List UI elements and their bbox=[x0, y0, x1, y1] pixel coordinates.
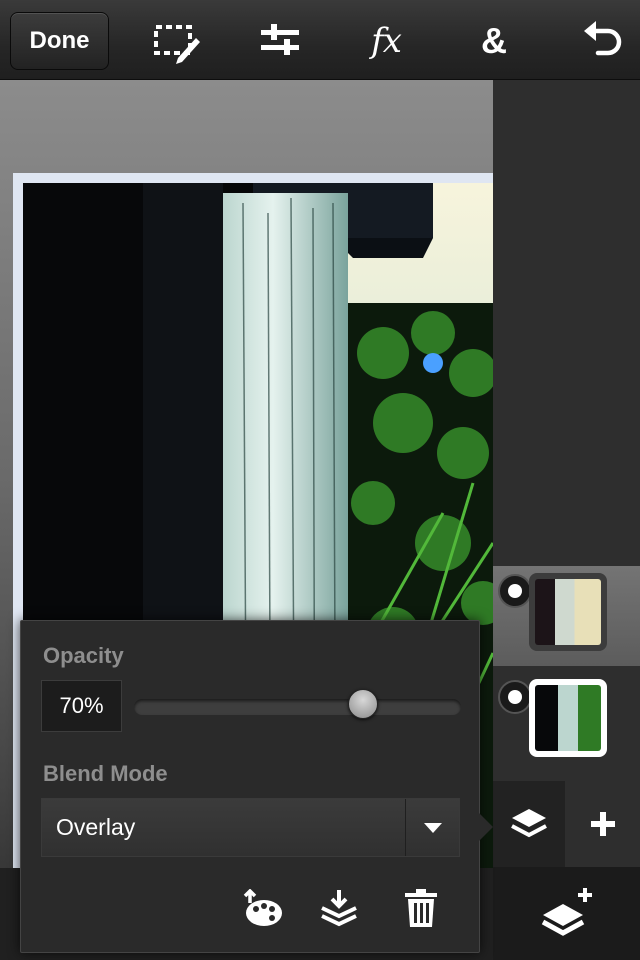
opacity-slider-thumb[interactable] bbox=[347, 689, 378, 719]
merge-down-icon[interactable] bbox=[316, 885, 362, 931]
layer-properties-popup: Opacity 70% Blend Mode Overlay bbox=[20, 620, 493, 953]
selection-edit-icon[interactable] bbox=[152, 18, 200, 64]
trash-icon[interactable] bbox=[398, 885, 444, 931]
plus-icon bbox=[590, 812, 615, 836]
layer-visibility-toggle[interactable] bbox=[498, 574, 532, 608]
done-button[interactable]: Done bbox=[10, 12, 109, 70]
undo-icon[interactable] bbox=[578, 18, 626, 64]
layer-thumbnail[interactable] bbox=[529, 679, 607, 757]
layer-item-bottom[interactable] bbox=[493, 672, 640, 772]
top-toolbar: Done fx & bbox=[0, 0, 640, 80]
layer-thumbnail[interactable] bbox=[529, 573, 607, 651]
layers-toggle-button[interactable] bbox=[493, 781, 565, 867]
adjustments-icon[interactable] bbox=[256, 18, 304, 64]
layer-item-top[interactable] bbox=[493, 566, 640, 666]
add-button[interactable] bbox=[565, 781, 640, 867]
opacity-value-field[interactable]: 70% bbox=[41, 680, 122, 732]
layer-visibility-toggle[interactable] bbox=[498, 680, 532, 714]
add-layer-icon bbox=[541, 887, 592, 936]
blend-mode-label: Blend Mode bbox=[43, 761, 168, 786]
blend-mode-value: Overlay bbox=[56, 814, 136, 840]
effects-icon[interactable]: fx bbox=[362, 18, 410, 64]
layers-icon bbox=[511, 809, 547, 838]
opacity-label: Opacity bbox=[43, 643, 124, 668]
layers-panel bbox=[493, 80, 640, 960]
blend-icon[interactable]: & bbox=[470, 18, 518, 64]
opacity-slider[interactable] bbox=[134, 699, 461, 715]
blend-mode-select[interactable]: Overlay bbox=[41, 798, 460, 857]
color-palette-icon[interactable] bbox=[240, 885, 286, 931]
add-layer-button[interactable] bbox=[493, 867, 640, 960]
dropdown-arrow-button[interactable] bbox=[405, 799, 459, 856]
chevron-down-icon bbox=[423, 822, 442, 833]
